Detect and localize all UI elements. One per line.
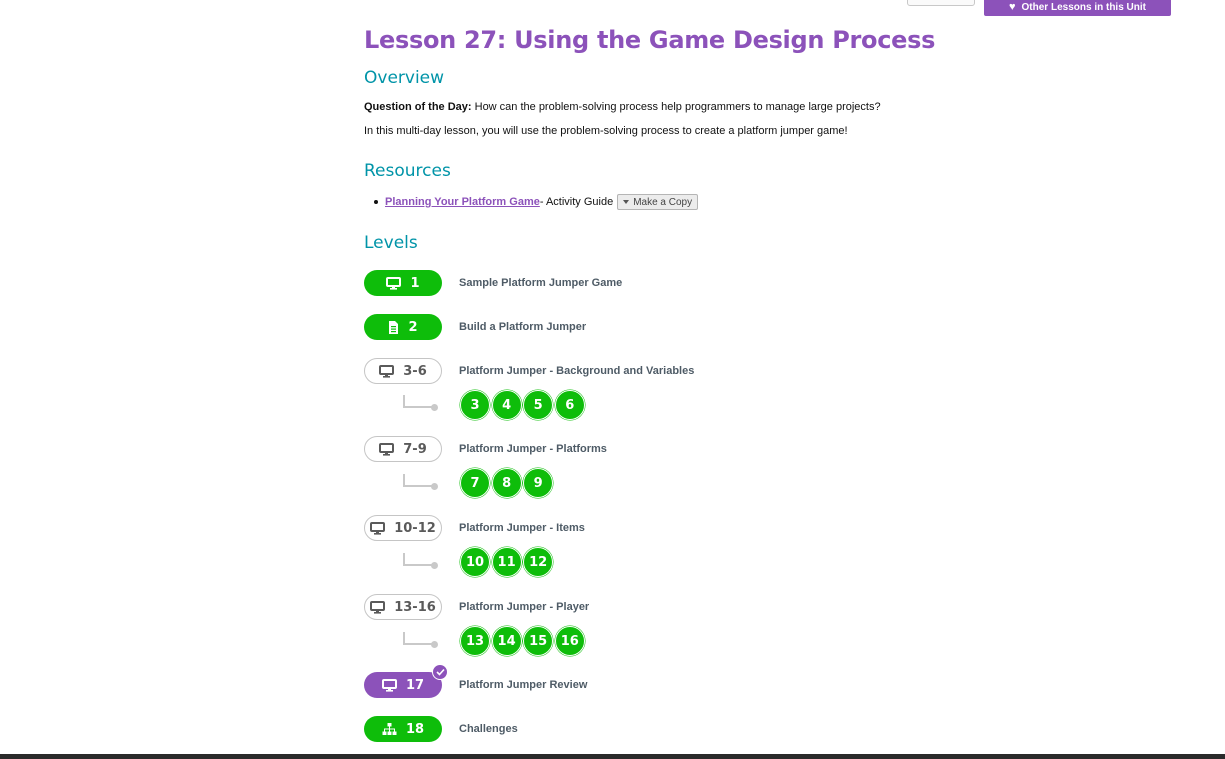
monitor-icon	[381, 678, 397, 692]
resource-suffix: - Activity Guide	[539, 196, 614, 208]
resource-link[interactable]: Planning Your Platform Game	[385, 196, 540, 208]
level-label[interactable]: Build a Platform Jumper	[459, 321, 586, 333]
sublevel-bubble[interactable]: 4	[491, 390, 522, 420]
level-pill-number: 7-9	[403, 441, 427, 457]
top-button[interactable]	[907, 0, 975, 6]
sublevel-connector	[403, 395, 438, 411]
level-pill-18[interactable]: 18	[364, 716, 442, 742]
sublevel-bubble[interactable]: 3	[460, 390, 490, 420]
level-pill-13-16[interactable]: 13-16	[364, 594, 442, 620]
level-label[interactable]: Platform Jumper - Background and Variabl…	[459, 365, 694, 377]
sublevel-bubbles: 3 4 5 6	[460, 390, 586, 420]
caret-down-icon	[623, 200, 630, 204]
sublevel-connector	[403, 632, 438, 648]
checkmark-icon	[432, 664, 448, 680]
sublevel-bubbles: 13 14 15 16	[460, 626, 586, 656]
sublevel-bubble[interactable]: 11	[491, 547, 522, 577]
sublevel-bubble[interactable]: 6	[554, 390, 585, 420]
bullet	[374, 200, 378, 204]
level-pill-number: 13-16	[394, 599, 436, 615]
page-title: Lesson 27: Using the Game Design Process	[364, 26, 936, 54]
question-of-the-day: Question of the Day: How can the problem…	[364, 101, 881, 113]
monitor-icon	[370, 600, 386, 614]
hierarchy-icon	[382, 722, 397, 736]
sublevel-bubble[interactable]: 5	[523, 390, 554, 420]
level-pill-17[interactable]: 17	[364, 664, 448, 698]
level-label[interactable]: Platform Jumper Review	[459, 679, 587, 691]
level-pill-number: 18	[405, 721, 425, 737]
level-pill-number: 1	[410, 275, 420, 291]
sublevel-bubbles: 10 11 12	[460, 547, 555, 577]
sublevel-bubble[interactable]: 15	[523, 626, 554, 656]
sublevel-bubble[interactable]: 10	[460, 547, 490, 577]
document-icon	[388, 320, 399, 334]
other-lessons-button[interactable]: ♥ Other Lessons in this Unit	[984, 0, 1171, 16]
level-label[interactable]: Challenges	[459, 723, 518, 735]
level-pill-number: 2	[408, 319, 418, 335]
level-pill-number: 10-12	[394, 520, 436, 536]
sublevel-bubble[interactable]: 7	[460, 468, 490, 498]
sublevel-bubble[interactable]: 12	[523, 547, 554, 577]
sublevel-bubbles: 7 8 9	[460, 468, 555, 498]
sublevel-bubble[interactable]: 13	[460, 626, 490, 656]
monitor-icon	[370, 521, 386, 535]
sublevel-bubble[interactable]: 9	[523, 468, 554, 498]
sublevel-bubble[interactable]: 14	[491, 626, 522, 656]
level-pill-7-9[interactable]: 7-9	[364, 436, 442, 462]
sublevel-bubble[interactable]: 16	[554, 626, 585, 656]
levels-heading: Levels	[364, 233, 418, 253]
level-label[interactable]: Platform Jumper - Player	[459, 601, 589, 613]
monitor-icon	[386, 276, 402, 290]
level-pill-number: 17	[405, 677, 425, 693]
level-pill-10-12[interactable]: 10-12	[364, 515, 442, 541]
level-label[interactable]: Platform Jumper - Items	[459, 522, 585, 534]
level-pill-1[interactable]: 1	[364, 270, 442, 296]
level-label[interactable]: Sample Platform Jumper Game	[459, 277, 622, 289]
level-pill-2[interactable]: 2	[364, 314, 442, 340]
resources-heading: Resources	[364, 161, 451, 181]
sublevel-bubble[interactable]: 8	[491, 468, 522, 498]
overview-heading: Overview	[364, 68, 445, 88]
level-pill-3-6[interactable]: 3-6	[364, 358, 442, 384]
other-lessons-label: Other Lessons in this Unit	[1021, 1, 1146, 13]
lesson-description: In this multi-day lesson, you will use t…	[364, 125, 848, 137]
qotd-text: How can the problem-solving process help…	[471, 101, 881, 113]
monitor-icon	[379, 442, 395, 456]
make-copy-button[interactable]: Make a Copy	[617, 194, 699, 210]
monitor-icon	[379, 364, 395, 378]
sublevel-connector	[403, 474, 438, 490]
level-label[interactable]: Platform Jumper - Platforms	[459, 443, 607, 455]
resource-item: Planning Your Platform Game - Activity G…	[374, 194, 699, 210]
level-pill-number: 3-6	[403, 363, 427, 379]
chevron-down-icon: ♥	[1009, 0, 1016, 13]
make-copy-label: Make a Copy	[633, 196, 693, 208]
sublevel-connector	[403, 553, 438, 569]
qotd-label: Question of the Day:	[364, 101, 472, 113]
bottom-bar	[0, 754, 1225, 759]
